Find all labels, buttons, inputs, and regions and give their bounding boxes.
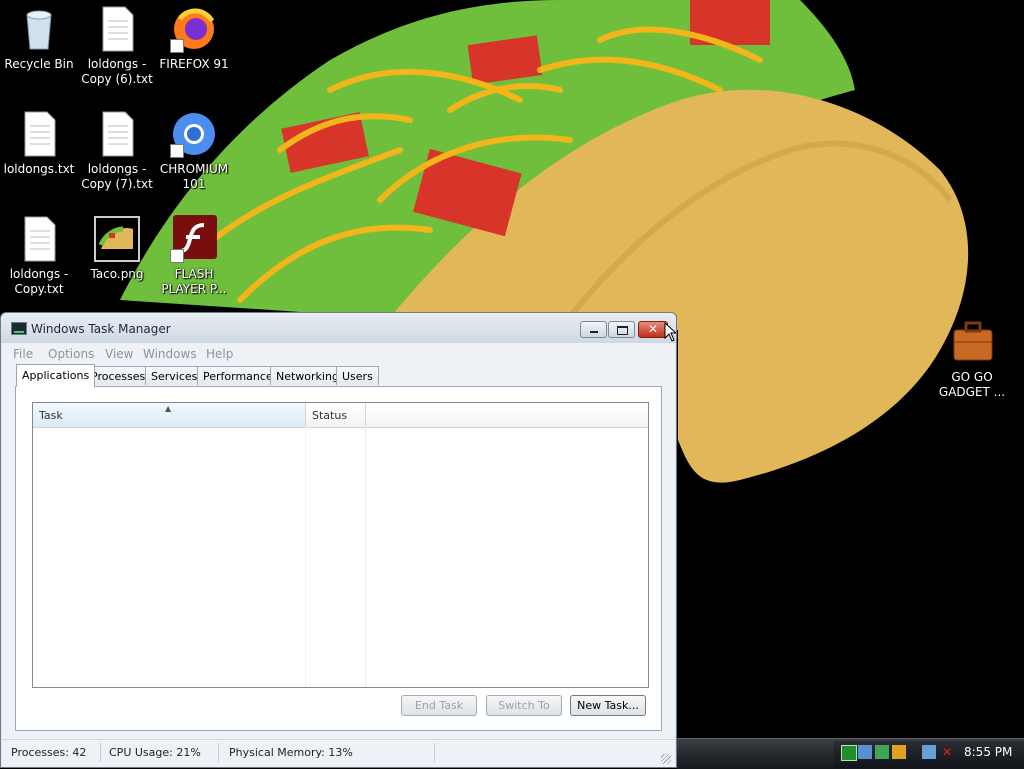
text-file-icon	[93, 110, 141, 158]
task-manager-window[interactable]: Windows Task Manager ✕ File Options View…	[0, 312, 677, 768]
window-title: Windows Task Manager	[31, 322, 171, 336]
desktop-icon-label: FLASH PLAYER P...	[161, 267, 227, 296]
taskbar-clock[interactable]: 8:55 PM	[964, 745, 1012, 759]
briefcase-icon	[948, 318, 996, 366]
title-bar[interactable]: Windows Task Manager ✕	[1, 313, 676, 343]
desktop-icon-loldongs-copy-6[interactable]: loldongs - Copy (6).txt	[79, 5, 155, 87]
desktop-icon-firefox[interactable]: FIREFOX 91	[156, 5, 232, 72]
list-header: ▲ Task Status	[33, 403, 648, 428]
column-header-task[interactable]: ▲ Task	[33, 403, 306, 427]
maximize-button[interactable]	[608, 321, 635, 338]
volume-muted-icon[interactable]: ✕	[940, 745, 954, 759]
firefox-icon	[170, 5, 218, 53]
switch-to-button[interactable]: Switch To	[486, 695, 562, 716]
desktop-icon-loldongs[interactable]: loldongs.txt	[1, 110, 77, 177]
minimize-button[interactable]	[580, 321, 607, 338]
task-manager-tray-icon[interactable]	[841, 745, 857, 761]
menu-options[interactable]: Options	[48, 347, 94, 361]
shortcut-arrow-icon	[170, 144, 184, 158]
desktop-icon-taco-png[interactable]: Taco.png	[79, 215, 155, 282]
menu-file[interactable]: File	[13, 347, 33, 361]
status-bar: Processes: 42 CPU Usage: 21% Physical Me…	[2, 739, 675, 767]
mouse-cursor-icon	[664, 322, 676, 342]
image-thumbnail-icon	[93, 215, 141, 263]
desktop-icon-label: Recycle Bin	[4, 57, 74, 71]
column-label-task: Task	[39, 409, 63, 422]
menu-help[interactable]: Help	[206, 347, 233, 361]
column-divider	[365, 427, 366, 687]
network-tray-icon[interactable]	[858, 745, 872, 759]
desktop-icon-label: loldongs - Copy.txt	[9, 267, 69, 296]
minimize-icon	[581, 322, 606, 337]
tab-applications[interactable]: Applications	[16, 364, 96, 387]
network-connection-icon[interactable]	[922, 745, 936, 759]
resize-grip[interactable]	[661, 754, 671, 764]
desktop-icon-label: GO GO GADGET ...	[938, 370, 1006, 399]
flash-player-icon	[170, 215, 218, 263]
menu-bar: File Options View Windows Help	[2, 343, 675, 366]
desktop-icon-label: loldongs - Copy (6).txt	[81, 57, 153, 86]
security-tray-icon[interactable]	[875, 745, 889, 759]
desktop-icon-label: Taco.png	[90, 267, 144, 281]
task-manager-icon	[11, 322, 27, 335]
column-divider	[305, 427, 306, 687]
close-icon: ✕	[647, 322, 659, 336]
status-divider	[100, 743, 101, 762]
desktop-icon-label: loldongs.txt	[3, 162, 75, 176]
column-header-status[interactable]: Status	[306, 403, 366, 427]
end-task-button[interactable]: End Task	[401, 695, 477, 716]
desktop-icon-recycle-bin[interactable]: Recycle Bin	[1, 5, 77, 72]
desktop-icon-label: loldongs - Copy (7).txt	[81, 162, 153, 191]
new-task-button[interactable]: New Task...	[570, 695, 646, 716]
status-processes: Processes: 42	[11, 746, 87, 759]
recycle-bin-icon	[15, 5, 63, 53]
tab-users[interactable]: Users	[336, 366, 379, 385]
desktop-icon-flash-player[interactable]: FLASH PLAYER P...	[156, 215, 232, 297]
tab-services[interactable]: Services	[145, 366, 204, 385]
status-divider	[434, 743, 435, 762]
column-label-status: Status	[312, 409, 348, 422]
status-cpu: CPU Usage: 21%	[109, 746, 201, 759]
chromium-icon	[170, 110, 218, 158]
app-tray-icon[interactable]	[892, 745, 906, 759]
tab-performance[interactable]: Performance	[197, 366, 279, 385]
text-file-icon	[93, 5, 141, 53]
text-file-icon	[15, 215, 63, 263]
desktop-icon-label: FIREFOX 91	[159, 57, 229, 71]
status-memory: Physical Memory: 13%	[229, 746, 353, 759]
menu-windows[interactable]: Windows	[143, 347, 197, 361]
desktop-icon-chromium[interactable]: CHROMIUM 101	[156, 110, 232, 192]
task-list[interactable]: ▲ Task Status	[32, 402, 649, 688]
shortcut-arrow-icon	[170, 249, 184, 263]
maximize-icon	[609, 322, 634, 337]
desktop-icon-loldongs-copy[interactable]: loldongs - Copy.txt	[1, 215, 77, 297]
tab-networking[interactable]: Networking	[270, 366, 345, 385]
status-divider	[218, 743, 219, 762]
desktop-icon-go-go-gadget[interactable]: GO GO GADGET ...	[934, 318, 1010, 400]
sort-ascending-icon: ▲	[165, 404, 172, 413]
desktop-icon-label: CHROMIUM 101	[159, 162, 229, 191]
text-file-icon	[15, 110, 63, 158]
shortcut-arrow-icon	[170, 39, 184, 53]
menu-view[interactable]: View	[105, 347, 133, 361]
desktop-icon-loldongs-copy-7[interactable]: loldongs - Copy (7).txt	[79, 110, 155, 192]
